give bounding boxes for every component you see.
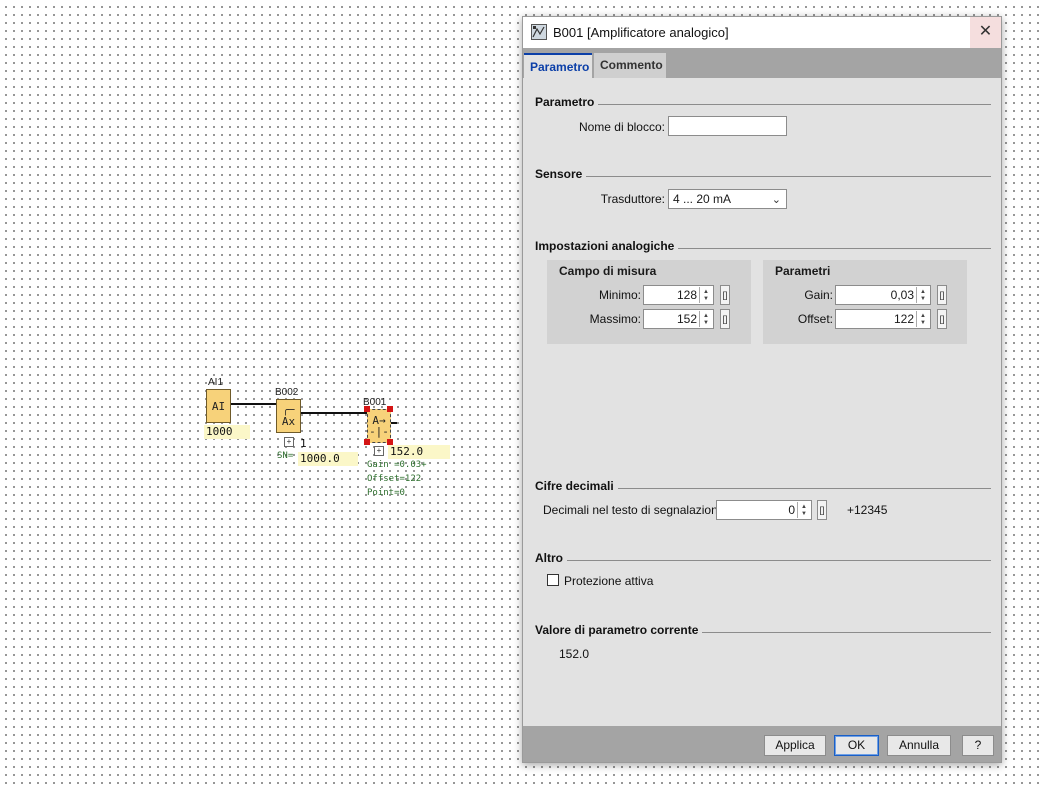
spin-down-icon[interactable]: ▼ — [703, 296, 709, 302]
selection-handle[interactable] — [387, 406, 393, 412]
offset-reference-button[interactable]: [] — [937, 309, 947, 329]
section-parametro: Parametro — [535, 95, 991, 109]
section-title: Valore di parametro corrente — [535, 623, 699, 637]
decimals-preview: +12345 — [847, 503, 888, 517]
section-valore-corrente: Valore di parametro corrente — [535, 623, 991, 637]
block-name-label: Nome di blocco: — [578, 120, 665, 134]
block-properties-dialog: B001 [Amplificatore analogico] ✕ Paramet… — [522, 16, 1002, 763]
spin-down-icon[interactable]: ▼ — [801, 511, 807, 517]
min-label: Minimo: — [598, 288, 641, 302]
min-value: 128 — [676, 288, 697, 302]
offset-spinbox[interactable]: 122 ▲ ▼ — [835, 309, 931, 329]
block-app-icon — [531, 24, 547, 40]
section-impostazioni: Impostazioni analogiche — [535, 239, 991, 253]
tab-commento[interactable]: Commento — [594, 53, 666, 78]
b001-expand-icon[interactable]: + — [374, 446, 384, 456]
ai1-block[interactable]: AI — [206, 389, 231, 423]
gain-value: 0,03 — [890, 288, 914, 302]
max-spinbox[interactable]: 152 ▲ ▼ — [643, 309, 714, 329]
b002-expand-icon[interactable]: + — [284, 437, 294, 447]
max-reference-button[interactable]: [] — [720, 309, 730, 329]
group-title: Parametri — [775, 264, 831, 278]
b002-value: 1000.0 — [298, 452, 358, 466]
dialog-title: B001 [Amplificatore analogico] — [553, 25, 729, 40]
spin-up-icon[interactable]: ▲ — [703, 289, 709, 295]
dialog-footer: Applica OK Annulla ? — [523, 726, 1001, 762]
b001-block[interactable]: A→ -|- — [367, 409, 391, 443]
spin-down-icon[interactable]: ▼ — [920, 320, 926, 326]
spin-up-icon[interactable]: ▲ — [703, 313, 709, 319]
tab-strip: Parametro Commento — [523, 48, 1001, 78]
spin-down-icon[interactable]: ▼ — [703, 320, 709, 326]
spin-up-icon[interactable]: ▲ — [801, 504, 807, 510]
max-label: Massimo: — [589, 312, 641, 326]
group-campo-di-misura: Campo di misura Minimo: 128 ▲ ▼ [] Massim… — [547, 260, 751, 344]
protection-label: Protezione attiva — [564, 574, 654, 588]
selection-handle[interactable] — [364, 439, 370, 445]
spin-down-icon[interactable]: ▼ — [920, 296, 926, 302]
transducer-label: Trasduttore: — [600, 192, 665, 206]
offset-label: Offset: — [797, 312, 833, 326]
section-altro: Altro — [535, 551, 991, 565]
b002-param: SN= — [277, 451, 294, 461]
max-value: 152 — [676, 312, 697, 326]
current-value: 152.0 — [559, 647, 590, 661]
dialog-titlebar[interactable]: B001 [Amplificatore analogico] ✕ — [523, 17, 1001, 48]
section-title: Impostazioni analogiche — [535, 239, 675, 253]
b002-block[interactable]: ╭─ Ax — [276, 399, 301, 433]
b001-value: 152.0 — [388, 445, 450, 459]
amplifier-plus-icon: -|- — [369, 425, 389, 438]
min-reference-button[interactable]: [] — [720, 285, 730, 305]
offset-value: 122 — [893, 312, 914, 326]
close-button[interactable]: ✕ — [970, 17, 1001, 48]
transducer-select[interactable]: 4 ... 20 mA ⌄ — [668, 189, 787, 209]
ai1-label: AI1 — [208, 377, 224, 388]
b002-label: B002 — [275, 387, 299, 398]
tab-parametro[interactable]: Parametro — [524, 53, 592, 78]
chevron-down-icon: ⌄ — [771, 194, 781, 206]
wire-b002-b001 — [301, 412, 368, 414]
b001-param-point: Point=0 — [367, 488, 405, 498]
b001-param-gain: Gain =0.03+ — [367, 460, 427, 470]
selection-handle[interactable] — [364, 406, 370, 412]
cancel-button[interactable]: Annulla — [887, 735, 951, 756]
decimals-value: 0 — [788, 503, 795, 517]
transducer-value: 4 ... 20 mA — [673, 192, 732, 206]
section-title: Cifre decimali — [535, 479, 614, 493]
spin-up-icon[interactable]: ▲ — [920, 313, 926, 319]
apply-button[interactable]: Applica — [764, 735, 826, 756]
min-spinbox[interactable]: 128 ▲ ▼ — [643, 285, 714, 305]
decimals-label: Decimali nel testo di segnalazione: — [543, 503, 728, 517]
decimals-reference-button[interactable]: [] — [817, 500, 827, 520]
section-cifre-decimali: Cifre decimali — [535, 479, 991, 493]
section-title: Sensore — [535, 167, 583, 181]
b002-count: 1 — [300, 437, 307, 450]
block-name-input[interactable] — [668, 116, 787, 136]
b002-block-text: Ax — [281, 415, 296, 428]
protection-checkbox[interactable] — [547, 574, 559, 586]
spin-up-icon[interactable]: ▲ — [920, 289, 926, 295]
wire-ai1-b002 — [231, 403, 276, 405]
group-parametri: Parametri Gain: 0,03 ▲ ▼ [] Offset: 122 ▲… — [763, 260, 967, 344]
section-title: Altro — [535, 551, 563, 565]
ok-button[interactable]: OK — [834, 735, 879, 756]
section-sensore: Sensore — [535, 167, 991, 181]
help-button[interactable]: ? — [962, 735, 994, 756]
close-icon: ✕ — [978, 23, 993, 40]
b001-output-wire — [391, 422, 397, 424]
decimals-spinbox[interactable]: 0 ▲ ▼ — [716, 500, 812, 520]
gain-spinbox[interactable]: 0,03 ▲ ▼ — [835, 285, 931, 305]
b001-param-offset: Offset=122 — [367, 474, 422, 484]
ai1-value: 1000 — [204, 425, 250, 439]
group-title: Campo di misura — [559, 264, 657, 278]
gain-reference-button[interactable]: [] — [937, 285, 947, 305]
section-title: Parametro — [535, 95, 595, 109]
gain-label: Gain: — [804, 288, 833, 302]
